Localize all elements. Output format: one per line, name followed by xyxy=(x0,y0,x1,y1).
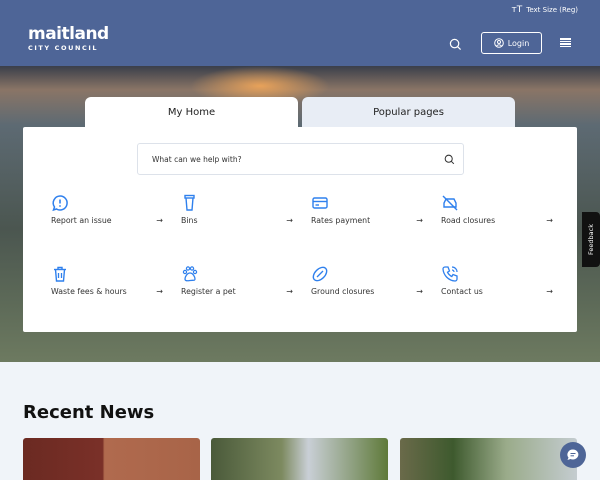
quick-link-label: Bins xyxy=(181,216,198,225)
text-size-label: Text Size (Reg) xyxy=(526,6,578,14)
hamburger-menu-icon[interactable] xyxy=(560,38,571,47)
quick-link-label: Road closures xyxy=(441,216,496,225)
chat-button[interactable] xyxy=(560,442,586,468)
quick-link-label: Contact us xyxy=(441,287,483,296)
login-label: Login xyxy=(507,38,530,48)
logo[interactable]: maitland CITY COUNCIL xyxy=(28,24,109,53)
quick-links-card: What can we help with? Report an issue → … xyxy=(23,127,577,332)
tab-popular-pages[interactable]: Popular pages xyxy=(302,97,515,127)
arrow-right-icon: → xyxy=(416,287,423,296)
arrow-right-icon: → xyxy=(546,287,553,296)
recent-news-heading: Recent News xyxy=(23,402,155,423)
arrow-right-icon: → xyxy=(156,216,163,225)
chat-icon xyxy=(567,449,579,460)
login-button[interactable]: Login xyxy=(481,32,542,54)
alert-chat-icon xyxy=(52,195,68,212)
quick-link-rates-payment[interactable]: Rates payment → xyxy=(311,194,423,234)
feedback-tab[interactable]: Feedback xyxy=(582,212,600,267)
news-card-image[interactable] xyxy=(23,438,200,480)
paw-icon xyxy=(182,266,198,282)
feedback-label: Feedback xyxy=(587,224,595,255)
search-icon[interactable] xyxy=(444,154,455,165)
news-card-image[interactable] xyxy=(211,438,388,480)
quick-link-label: Report an issue xyxy=(51,216,112,225)
logo-main: maitland xyxy=(28,24,109,44)
credit-card-icon xyxy=(312,197,328,209)
arrow-right-icon: → xyxy=(286,287,293,296)
quick-link-label: Rates payment xyxy=(311,216,371,225)
trash-icon xyxy=(54,266,66,282)
arrow-right-icon: → xyxy=(546,216,553,225)
tab-label: My Home xyxy=(167,107,216,118)
arrow-right-icon: → xyxy=(156,287,163,296)
site-header: ᴛT Text Size (Reg) maitland CITY COUNCIL… xyxy=(0,0,600,66)
text-size-icon: ᴛT xyxy=(511,5,523,15)
football-icon xyxy=(312,266,328,282)
quick-link-report-issue[interactable]: Report an issue → xyxy=(51,194,163,234)
quick-link-ground-closures[interactable]: Ground closures → xyxy=(311,265,423,305)
quick-link-contact-us[interactable]: Contact us → xyxy=(441,265,553,305)
text-size-toggle[interactable]: ᴛT Text Size (Reg) xyxy=(512,5,579,15)
tab-label: Popular pages xyxy=(373,106,444,118)
user-icon xyxy=(493,38,504,48)
arrow-right-icon: → xyxy=(416,216,423,225)
search-placeholder: What can we help with? xyxy=(152,154,242,164)
quick-link-register-pet[interactable]: Register a pet → xyxy=(181,265,293,305)
tab-my-home[interactable]: My Home xyxy=(85,97,298,128)
quick-link-label: Register a pet xyxy=(181,287,236,296)
quick-link-road-closures[interactable]: Road closures → xyxy=(441,194,553,234)
bin-icon xyxy=(184,194,195,211)
news-card-image[interactable] xyxy=(400,438,577,480)
logo-sub: CITY COUNCIL xyxy=(28,44,99,52)
quick-link-bins[interactable]: Bins → xyxy=(181,194,293,234)
phone-icon xyxy=(442,266,458,282)
arrow-right-icon: → xyxy=(286,216,293,225)
quick-link-label: Waste fees & hours xyxy=(51,287,127,296)
quick-link-waste-fees[interactable]: Waste fees & hours → xyxy=(51,265,163,305)
car-off-icon xyxy=(442,195,458,211)
search-icon[interactable] xyxy=(449,36,463,51)
quick-link-label: Ground closures xyxy=(311,287,375,296)
search-input[interactable]: What can we help with? xyxy=(137,143,464,175)
